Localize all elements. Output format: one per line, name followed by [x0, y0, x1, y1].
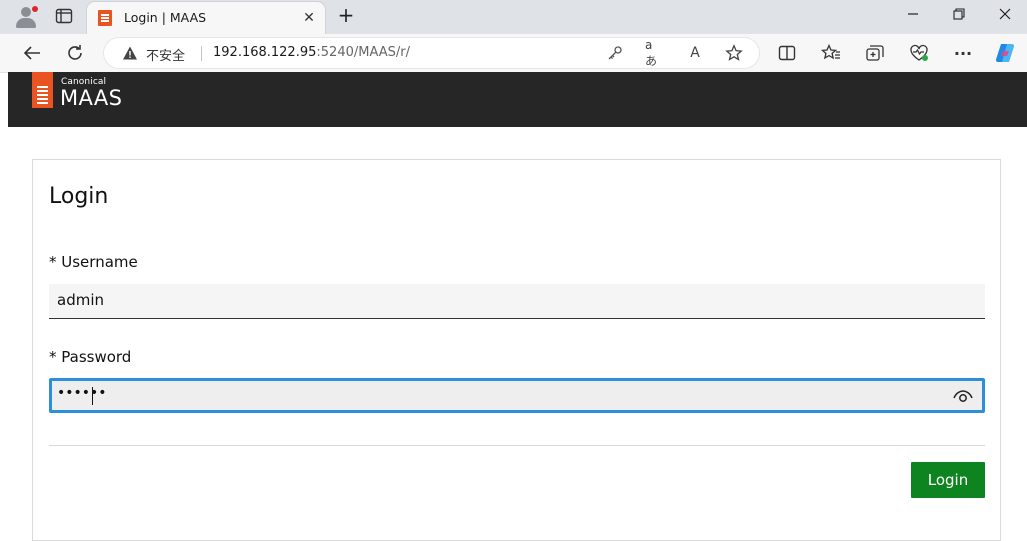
maas-favicon-icon: [98, 10, 112, 26]
username-label: * Username: [49, 253, 138, 271]
login-button[interactable]: Login: [911, 462, 985, 498]
security-status-label[interactable]: 不安全: [146, 45, 185, 64]
tab-title: Login | MAAS: [124, 10, 207, 25]
minimize-icon[interactable]: [893, 4, 933, 30]
maas-navbar: Canonical MAAS: [8, 72, 1027, 127]
address-bar[interactable]: 不安全 192.168.122.95:5240/MAAS/r/ aあ A: [104, 38, 759, 68]
url-host: 192.168.122.95: [213, 45, 317, 60]
text-caret: [92, 387, 93, 405]
refresh-icon[interactable]: [63, 41, 87, 65]
browser-tab-active[interactable]: Login | MAAS ✕: [87, 2, 325, 34]
address-divider: [201, 46, 202, 61]
profile-avatar-icon[interactable]: [14, 6, 38, 28]
form-divider: [49, 445, 985, 446]
favorite-star-icon[interactable]: [725, 44, 743, 62]
show-password-eye-icon[interactable]: [952, 387, 974, 405]
back-arrow-icon[interactable]: [20, 41, 44, 65]
read-aloud-icon[interactable]: A: [686, 44, 704, 62]
settings-menu-icon[interactable]: ···: [952, 42, 974, 64]
restore-icon[interactable]: [939, 4, 979, 30]
translate-icon[interactable]: aあ: [645, 38, 663, 68]
close-window-icon[interactable]: [985, 4, 1025, 30]
login-card: Login * Username admin * Password ••••••…: [32, 159, 1001, 541]
password-label: * Password: [49, 348, 132, 366]
username-value: admin: [57, 291, 104, 309]
collections-icon[interactable]: [864, 42, 886, 64]
browser-tab-strip: Login | MAAS ✕ +: [0, 0, 1027, 34]
page-content: Canonical MAAS Login * Username admin * …: [8, 72, 1027, 541]
url-text[interactable]: 192.168.122.95:5240/MAAS/r/: [213, 45, 410, 60]
tab-close-icon[interactable]: ✕: [299, 8, 319, 28]
maas-logo-icon[interactable]: [32, 72, 53, 108]
favorites-icon[interactable]: [820, 42, 842, 64]
tab-actions-icon[interactable]: [55, 8, 73, 24]
copilot-icon[interactable]: [994, 42, 1016, 64]
warning-triangle-icon[interactable]: [122, 45, 138, 61]
brand-product-name[interactable]: MAAS: [60, 86, 122, 110]
browser-toolbar: 不安全 192.168.122.95:5240/MAAS/r/ aあ A ···: [0, 34, 1027, 73]
username-input[interactable]: admin: [49, 284, 985, 319]
key-icon[interactable]: [606, 44, 624, 62]
browser-essentials-icon[interactable]: [908, 42, 930, 64]
password-input[interactable]: ••••••: [49, 378, 985, 413]
split-screen-icon[interactable]: [776, 42, 798, 64]
new-tab-button[interactable]: +: [335, 5, 357, 27]
url-path: :5240/MAAS/r/: [316, 45, 410, 60]
password-value: ••••••: [57, 385, 107, 401]
login-title: Login: [49, 184, 109, 209]
